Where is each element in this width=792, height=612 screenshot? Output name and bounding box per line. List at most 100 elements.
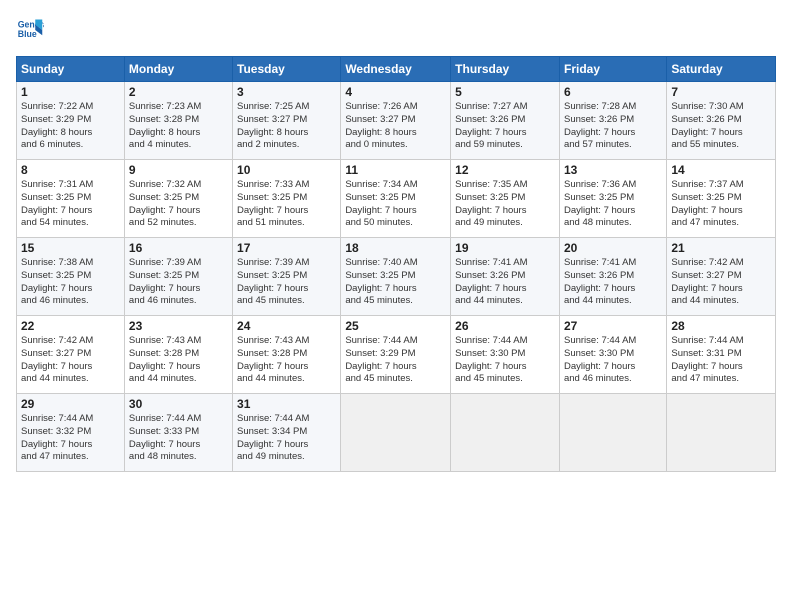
calendar-cell: 23 Sunrise: 7:43 AM Sunset: 3:28 PM Dayli… [124, 316, 232, 394]
calendar-day-header: Tuesday [233, 57, 341, 82]
calendar-cell: 4Sunrise: 7:26 AM Sunset: 3:27 PM Daylig… [341, 82, 451, 160]
day-number: 23 [129, 319, 228, 333]
day-number: 22 [21, 319, 120, 333]
day-number: 6 [564, 85, 662, 99]
calendar-day-header: Wednesday [341, 57, 451, 82]
calendar-cell: 27Sunrise: 7:44 AM Sunset: 3:30 PM Dayli… [559, 316, 666, 394]
calendar-cell: 12 Sunrise: 7:35 AM Sunset: 3:25 PM Dayli… [451, 160, 560, 238]
calendar-cell: 24 Sunrise: 7:43 AM Sunset: 3:28 PM Dayli… [233, 316, 341, 394]
calendar-cell: 5 Sunrise: 7:27 AM Sunset: 3:26 PM Daylig… [451, 82, 560, 160]
day-info: Sunrise: 7:42 AM Sunset: 3:27 PM Dayligh… [21, 335, 120, 386]
day-number: 5 [455, 85, 555, 99]
day-number: 1 [21, 85, 120, 99]
calendar-cell: 6 Sunrise: 7:28 AM Sunset: 3:26 PM Daylig… [559, 82, 666, 160]
day-number: 26 [455, 319, 555, 333]
day-number: 17 [237, 241, 336, 255]
calendar-cell: 19Sunrise: 7:41 AM Sunset: 3:26 PM Dayli… [451, 238, 560, 316]
calendar-cell: 11Sunrise: 7:34 AM Sunset: 3:25 PM Dayli… [341, 160, 451, 238]
day-info: Sunrise: 7:30 AM Sunset: 3:26 PM Dayligh… [671, 101, 771, 152]
calendar-table: SundayMondayTuesdayWednesdayThursdayFrid… [16, 56, 776, 472]
day-info: Sunrise: 7:33 AM Sunset: 3:25 PM Dayligh… [237, 179, 336, 230]
calendar-cell: 16 Sunrise: 7:39 AM Sunset: 3:25 PM Dayli… [124, 238, 232, 316]
calendar-cell: 25 Sunrise: 7:44 AM Sunset: 3:29 PM Dayli… [341, 316, 451, 394]
calendar-week-row: 29Sunrise: 7:44 AM Sunset: 3:32 PM Dayli… [17, 394, 776, 472]
calendar-cell: 1 Sunrise: 7:22 AM Sunset: 3:29 PM Daylig… [17, 82, 125, 160]
calendar-cell: 14 Sunrise: 7:37 AM Sunset: 3:25 PM Dayli… [667, 160, 776, 238]
calendar-cell: 8 Sunrise: 7:31 AM Sunset: 3:25 PM Daylig… [17, 160, 125, 238]
calendar-week-row: 15 Sunrise: 7:38 AM Sunset: 3:25 PM Dayli… [17, 238, 776, 316]
calendar-day-header: Sunday [17, 57, 125, 82]
day-number: 16 [129, 241, 228, 255]
calendar-day-header: Saturday [667, 57, 776, 82]
calendar-cell: 3 Sunrise: 7:25 AM Sunset: 3:27 PM Daylig… [233, 82, 341, 160]
calendar-cell [341, 394, 451, 472]
day-info: Sunrise: 7:32 AM Sunset: 3:25 PM Dayligh… [129, 179, 228, 230]
day-number: 21 [671, 241, 771, 255]
day-number: 2 [129, 85, 228, 99]
day-number: 10 [237, 163, 336, 177]
day-info: Sunrise: 7:38 AM Sunset: 3:25 PM Dayligh… [21, 257, 120, 308]
day-info: Sunrise: 7:40 AM Sunset: 3:25 PM Dayligh… [345, 257, 446, 308]
day-info: Sunrise: 7:31 AM Sunset: 3:25 PM Dayligh… [21, 179, 120, 230]
calendar-cell: 31 Sunrise: 7:44 AM Sunset: 3:34 PM Dayli… [233, 394, 341, 472]
day-info: Sunrise: 7:23 AM Sunset: 3:28 PM Dayligh… [129, 101, 228, 152]
day-info: Sunrise: 7:39 AM Sunset: 3:25 PM Dayligh… [129, 257, 228, 308]
day-info: Sunrise: 7:44 AM Sunset: 3:31 PM Dayligh… [671, 335, 771, 386]
calendar-cell: 2 Sunrise: 7:23 AM Sunset: 3:28 PM Daylig… [124, 82, 232, 160]
day-info: Sunrise: 7:44 AM Sunset: 3:34 PM Dayligh… [237, 413, 336, 464]
calendar-cell [667, 394, 776, 472]
calendar-day-header: Friday [559, 57, 666, 82]
day-info: Sunrise: 7:43 AM Sunset: 3:28 PM Dayligh… [237, 335, 336, 386]
day-number: 13 [564, 163, 662, 177]
page-header: General Blue [16, 16, 776, 44]
day-info: Sunrise: 7:37 AM Sunset: 3:25 PM Dayligh… [671, 179, 771, 230]
day-info: Sunrise: 7:26 AM Sunset: 3:27 PM Dayligh… [345, 101, 446, 152]
day-info: Sunrise: 7:25 AM Sunset: 3:27 PM Dayligh… [237, 101, 336, 152]
day-number: 18 [345, 241, 446, 255]
calendar-cell: 10 Sunrise: 7:33 AM Sunset: 3:25 PM Dayli… [233, 160, 341, 238]
day-number: 8 [21, 163, 120, 177]
calendar-header-row: SundayMondayTuesdayWednesdayThursdayFrid… [17, 57, 776, 82]
calendar-cell: 20Sunrise: 7:41 AM Sunset: 3:26 PM Dayli… [559, 238, 666, 316]
day-number: 30 [129, 397, 228, 411]
day-number: 3 [237, 85, 336, 99]
calendar-cell: 13 Sunrise: 7:36 AM Sunset: 3:25 PM Dayli… [559, 160, 666, 238]
logo-icon: General Blue [16, 16, 44, 44]
calendar-week-row: 22 Sunrise: 7:42 AM Sunset: 3:27 PM Dayli… [17, 316, 776, 394]
calendar-cell: 30Sunrise: 7:44 AM Sunset: 3:33 PM Dayli… [124, 394, 232, 472]
day-info: Sunrise: 7:28 AM Sunset: 3:26 PM Dayligh… [564, 101, 662, 152]
day-info: Sunrise: 7:36 AM Sunset: 3:25 PM Dayligh… [564, 179, 662, 230]
day-number: 9 [129, 163, 228, 177]
day-info: Sunrise: 7:44 AM Sunset: 3:30 PM Dayligh… [455, 335, 555, 386]
calendar-cell: 17 Sunrise: 7:39 AM Sunset: 3:25 PM Dayli… [233, 238, 341, 316]
day-number: 24 [237, 319, 336, 333]
day-number: 15 [21, 241, 120, 255]
day-number: 11 [345, 163, 446, 177]
day-number: 28 [671, 319, 771, 333]
day-info: Sunrise: 7:27 AM Sunset: 3:26 PM Dayligh… [455, 101, 555, 152]
day-number: 25 [345, 319, 446, 333]
calendar-day-header: Monday [124, 57, 232, 82]
calendar-day-header: Thursday [451, 57, 560, 82]
calendar-cell: 26 Sunrise: 7:44 AM Sunset: 3:30 PM Dayli… [451, 316, 560, 394]
day-info: Sunrise: 7:39 AM Sunset: 3:25 PM Dayligh… [237, 257, 336, 308]
calendar-week-row: 1 Sunrise: 7:22 AM Sunset: 3:29 PM Daylig… [17, 82, 776, 160]
calendar-cell: 21 Sunrise: 7:42 AM Sunset: 3:27 PM Dayli… [667, 238, 776, 316]
calendar-cell: 22 Sunrise: 7:42 AM Sunset: 3:27 PM Dayli… [17, 316, 125, 394]
calendar-cell: 28 Sunrise: 7:44 AM Sunset: 3:31 PM Dayli… [667, 316, 776, 394]
day-info: Sunrise: 7:41 AM Sunset: 3:26 PM Dayligh… [455, 257, 555, 308]
day-info: Sunrise: 7:42 AM Sunset: 3:27 PM Dayligh… [671, 257, 771, 308]
calendar-cell [451, 394, 560, 472]
calendar-cell: 18 Sunrise: 7:40 AM Sunset: 3:25 PM Dayli… [341, 238, 451, 316]
day-info: Sunrise: 7:35 AM Sunset: 3:25 PM Dayligh… [455, 179, 555, 230]
day-number: 7 [671, 85, 771, 99]
day-info: Sunrise: 7:44 AM Sunset: 3:29 PM Dayligh… [345, 335, 446, 386]
day-info: Sunrise: 7:43 AM Sunset: 3:28 PM Dayligh… [129, 335, 228, 386]
day-number: 12 [455, 163, 555, 177]
day-info: Sunrise: 7:22 AM Sunset: 3:29 PM Dayligh… [21, 101, 120, 152]
calendar-cell: 29Sunrise: 7:44 AM Sunset: 3:32 PM Dayli… [17, 394, 125, 472]
logo: General Blue [16, 16, 48, 44]
day-number: 31 [237, 397, 336, 411]
calendar-cell: 7 Sunrise: 7:30 AM Sunset: 3:26 PM Daylig… [667, 82, 776, 160]
day-number: 14 [671, 163, 771, 177]
